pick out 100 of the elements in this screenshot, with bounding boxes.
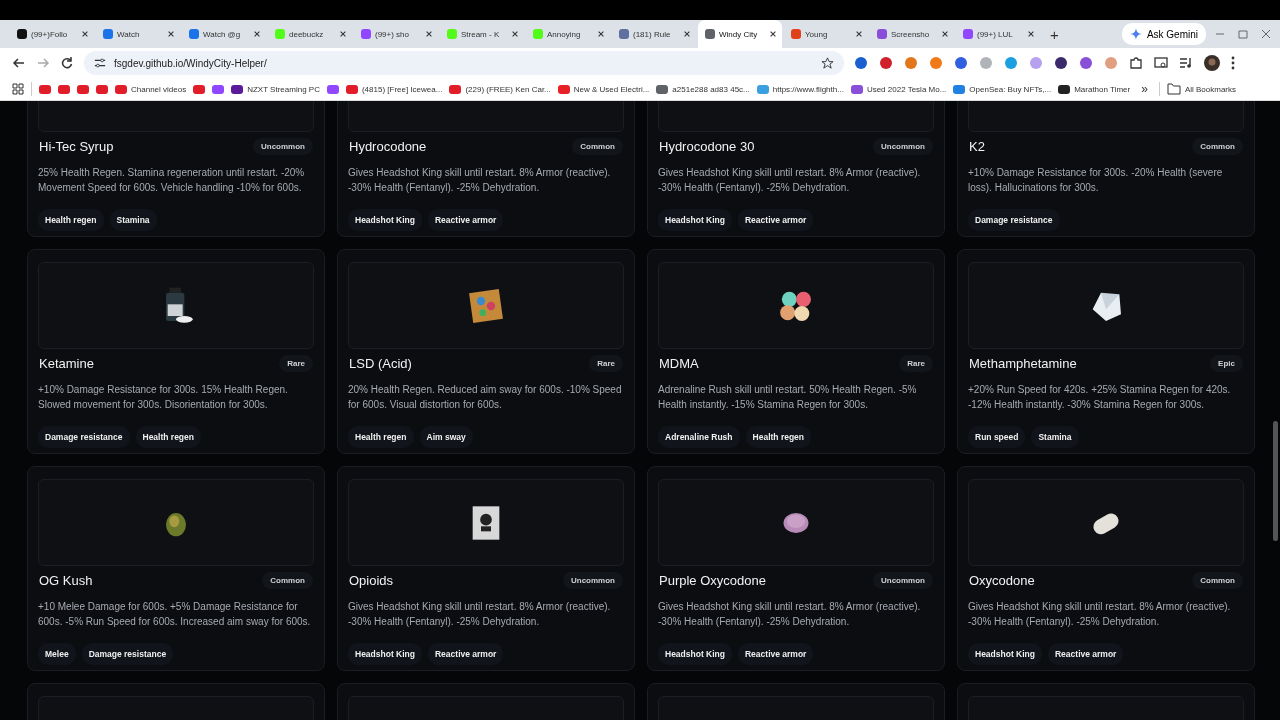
browser-tab[interactable]: (99+) LUL [956, 20, 1040, 48]
bookmark-icon[interactable] [326, 84, 339, 94]
bookmark-icon[interactable] [58, 84, 70, 94]
item-description: Adrenaline Rush skill until restart. 50% Health Regen. -5% Health instantly. -15% Stamina Regen for 300s. [658, 383, 918, 412]
effect-tag: Health regen [38, 209, 104, 231]
close-icon[interactable] [511, 30, 519, 38]
close-icon[interactable] [683, 30, 691, 38]
bookmark[interactable]: https://www.flighth... [756, 84, 844, 94]
bookmark[interactable]: OpenSea: Buy NFTs,... [953, 84, 1052, 94]
item-name: Methamphetamine [969, 356, 1077, 371]
scrollbar[interactable] [1273, 421, 1278, 541]
effect-tag: Damage resistance [968, 209, 1060, 231]
sparkle-icon [1129, 28, 1142, 40]
item-description: 20% Health Regen. Reduced aim sway for 600s. -10% Speed for 600s. Visual distortion for 600s. [348, 383, 623, 412]
item-description: +10% Damage Resistance for 300s. -20% Health (severe loss). Hallucinations for 300s. [968, 166, 1224, 195]
reload-icon[interactable] [60, 56, 74, 70]
effect-tag: Adrenaline Rush [658, 426, 740, 448]
browser-tab[interactable]: (99+)Follo [10, 20, 94, 48]
effect-tag: Headshot King [658, 643, 732, 665]
item-name: Hi-Tec Syrup [39, 139, 114, 154]
folder-icon [1166, 83, 1181, 95]
effect-tag: Aim sway [419, 426, 473, 448]
extension-icon[interactable] [879, 56, 893, 70]
browser-tab[interactable]: Young [784, 20, 868, 48]
effect-tag: Reactive armor [428, 209, 504, 231]
effect-tag: Health regen [745, 426, 812, 448]
effect-tag: Reactive armor [738, 643, 814, 665]
effect-tag: Reactive armor [1048, 643, 1124, 665]
close-icon[interactable] [941, 30, 949, 38]
bookmark-icon[interactable] [193, 84, 206, 94]
bookmark[interactable]: New & Used Electri... [557, 84, 650, 94]
star-icon[interactable] [821, 56, 834, 70]
effect-tag: Damage resistance [38, 426, 130, 448]
all-bookmarks[interactable]: All Bookmarks [1166, 83, 1236, 95]
close-icon[interactable] [855, 30, 863, 38]
browser-tab[interactable]: (99+) sho [354, 20, 438, 48]
item-description: Gives Headshot King skill until restart. 8% Armor (reactive). -30% Health (Fentanyl). -25% Dehydration. [348, 166, 612, 195]
extension-icon[interactable] [954, 56, 968, 70]
close-icon[interactable] [425, 30, 433, 38]
address-bar[interactable]: fsgdev.github.io/WindyCity-Helper/ [84, 51, 844, 75]
rarity-label: Uncommon [873, 572, 933, 589]
item-description: +20% Run Speed for 420s. +25% Stamina Regen for 420s. -12% Health instantly. -30% Stamina Regen for 300s. [968, 383, 1232, 412]
close-icon[interactable] [1027, 30, 1035, 38]
more-bookmarks-button[interactable]: » [1137, 82, 1152, 96]
effect-tag: Stamina [109, 209, 157, 231]
bookmark[interactable]: (4815) [Free] Icewea... [345, 84, 443, 94]
effect-tag: Health regen [348, 426, 414, 448]
new-tab-button[interactable]: + [1042, 25, 1067, 43]
bookmark-icon[interactable] [212, 84, 225, 94]
browser-tab[interactable]: Watch @g [182, 20, 266, 48]
bookmark[interactable]: NZXT Streaming PC [231, 84, 320, 94]
site-settings-icon[interactable] [94, 57, 106, 69]
effect-tag: Headshot King [348, 209, 422, 231]
bookmark[interactable]: (229) (FREE) Ken Car... [449, 84, 551, 94]
effect-tag: Health regen [135, 426, 201, 448]
puzzle-icon[interactable] [1129, 56, 1143, 70]
profile-avatar-icon[interactable] [1204, 55, 1220, 71]
browser-tab[interactable]: deebuckz [268, 20, 352, 48]
rarity-label: Rare [589, 355, 623, 372]
rarity-label: Common [262, 572, 313, 589]
media-icon[interactable] [1179, 56, 1193, 70]
apps-icon[interactable] [12, 83, 24, 95]
close-icon[interactable] [167, 30, 175, 38]
item-name: OG Kush [39, 573, 93, 588]
close-icon[interactable] [339, 30, 347, 38]
browser-tab[interactable]: Watch [96, 20, 180, 48]
extension-icon[interactable] [1054, 56, 1068, 70]
bookmark[interactable]: a251e288 ad83 45c... [656, 84, 750, 94]
close-icon[interactable] [253, 30, 261, 38]
item-name: Opioids [349, 573, 394, 588]
close-icon[interactable] [597, 30, 605, 38]
rarity-label: Common [1192, 138, 1243, 155]
browser-tab[interactable]: Stream - K [440, 20, 524, 48]
extension-icon[interactable] [854, 56, 868, 70]
browser-tab[interactable]: Screensho [870, 20, 954, 48]
menu-icon[interactable] [1231, 56, 1235, 70]
back-icon[interactable] [12, 56, 26, 70]
item-description: 25% Health Regen. Stamina regeneration until restart. -20% Movement Speed for 600s. Vehicle handling -10% for 600s. [38, 166, 306, 195]
browser-tab[interactable]: Windy City [698, 20, 782, 48]
close-icon[interactable] [769, 30, 777, 38]
item-name: K2 [969, 139, 985, 154]
item-name: Hydrocodone [349, 139, 427, 154]
bookmark-icon[interactable] [96, 84, 108, 94]
rarity-label: Rare [279, 355, 313, 372]
bookmark[interactable]: Marathon Timer [1058, 84, 1131, 94]
browser-tab[interactable]: (181) Rule [612, 20, 696, 48]
browser-tab[interactable]: Annoying [526, 20, 610, 48]
bookmark[interactable]: Channel videos [115, 84, 187, 94]
effect-tag: Damage resistance [81, 643, 174, 665]
item-name: Purple Oxycodone [659, 573, 766, 588]
rarity-label: Rare [899, 355, 933, 372]
item-name: LSD (Acid) [349, 356, 412, 371]
item-description: +10% Damage Resistance for 300s. 15% Health Regen. Slowed movement for 300s. Disorientation for 300s. [38, 383, 289, 412]
close-icon[interactable] [81, 30, 89, 38]
ask-gemini-button[interactable]: Ask Gemini [1121, 23, 1206, 45]
bookmark[interactable]: Used 2022 Tesla Mo... [850, 84, 947, 94]
tab-search-icon[interactable] [1154, 56, 1168, 70]
bookmark-icon[interactable] [77, 84, 89, 94]
rarity-label: Common [572, 138, 623, 155]
bookmark-icon[interactable] [39, 84, 51, 94]
